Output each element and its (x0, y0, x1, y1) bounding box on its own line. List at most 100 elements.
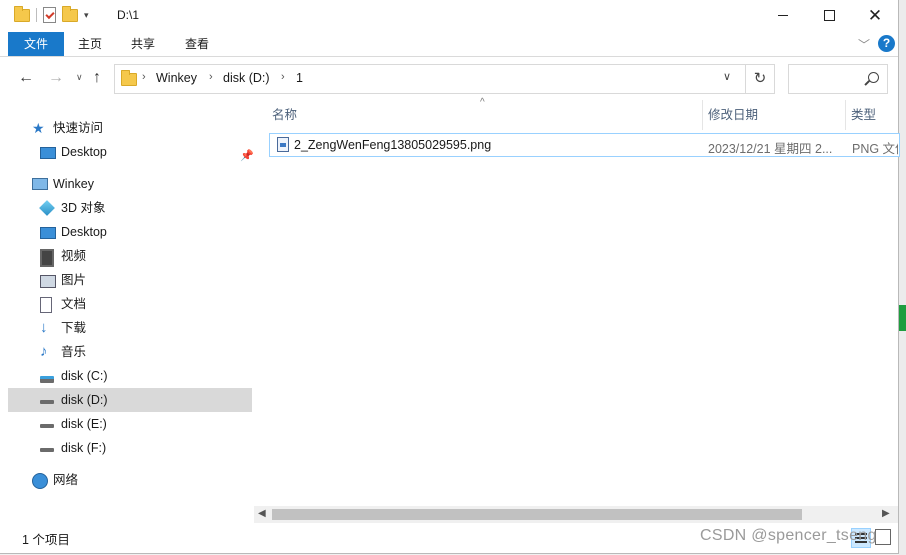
sidebar-item-this-pc[interactable]: Winkey (8, 172, 252, 196)
breadcrumb-disk-d[interactable]: disk (D:) (223, 71, 270, 85)
sort-ascending-icon: ^ (480, 97, 485, 108)
sidebar-item-pictures[interactable]: 图片 (8, 268, 252, 292)
column-header-date[interactable]: 修改日期 (708, 100, 758, 130)
tab-share[interactable]: 共享 (122, 32, 164, 56)
sidebar-item-label: Winkey (53, 177, 94, 191)
sidebar-item-label: 快速访问 (53, 121, 104, 135)
download-icon: ↓ (40, 319, 48, 336)
folder-icon (121, 70, 137, 86)
maximize-button[interactable] (806, 0, 852, 30)
music-icon: ♪ (40, 343, 48, 360)
sidebar-item-disk-c[interactable]: disk (C:) (8, 364, 252, 388)
sidebar-item-label: 音乐 (61, 345, 87, 359)
drive-icon (40, 400, 54, 404)
folder-icon (14, 5, 30, 22)
maximize-icon (823, 9, 835, 21)
help-icon[interactable]: ? (878, 35, 895, 52)
sidebar-item-label: 视频 (61, 249, 87, 263)
sidebar-item-disk-e[interactable]: disk (E:) (8, 412, 252, 436)
file-type: PNG 文件 (852, 142, 898, 156)
file-row[interactable]: 2_ZengWenFeng13805029595.png 2023/12/21 … (269, 133, 900, 157)
sidebar-item-desktop-pinned[interactable]: Desktop 📌 (8, 140, 254, 164)
tab-home[interactable]: 主页 (70, 32, 110, 56)
search-icon (868, 72, 879, 83)
file-list-pane: ^ 名称 修改日期 类型 2_ZengWenFeng13805029595.pn… (254, 97, 900, 506)
drive-icon (40, 448, 54, 452)
breadcrumb-winkey[interactable]: Winkey (156, 71, 197, 85)
up-arrow-icon[interactable]: ↑ (93, 69, 101, 87)
scroll-right-icon[interactable]: ▶ (882, 508, 890, 519)
sidebar-item-label: 网络 (53, 473, 79, 487)
sidebar-item-downloads[interactable]: ↓ 下载 (8, 316, 252, 340)
column-divider[interactable] (845, 100, 846, 130)
ribbon-tabs: 文件 主页 共享 查看 ﹀ ? (0, 32, 898, 57)
sidebar-item-3d-objects[interactable]: 3D 对象 (8, 196, 252, 220)
sidebar-item-music[interactable]: ♪ 音乐 (8, 340, 252, 364)
refresh-button[interactable]: ↻ (746, 64, 775, 94)
back-arrow-icon[interactable]: ← (18, 69, 34, 87)
expand-ribbon-icon[interactable]: ﹀ (858, 36, 870, 53)
quick-access-toolbar: ▾ (14, 5, 89, 23)
sidebar-item-label: disk (D:) (61, 393, 108, 407)
tab-view[interactable]: 查看 (176, 32, 218, 56)
chevron-right-icon[interactable]: › (142, 71, 146, 83)
navigation-bar: ← → ∨ ↑ › Winkey › disk (D:) › 1 ∨ ↻ (0, 57, 898, 99)
column-divider[interactable] (702, 100, 703, 130)
address-bar[interactable]: › Winkey › disk (D:) › 1 ∨ (114, 64, 746, 94)
network-icon (32, 473, 48, 489)
sidebar-item-label: 3D 对象 (61, 201, 106, 215)
sidebar-item-desktop[interactable]: Desktop (8, 220, 252, 244)
navigation-pane: ★ 快速访问 Desktop 📌 Winkey 3D 对象 Desktop 视频… (0, 100, 254, 522)
file-explorer-window: ▾ D:\1 ✕ 文件 主页 共享 查看 ﹀ ? ← → ∨ ↑ › Winke… (0, 0, 900, 554)
sidebar-item-label: 文档 (61, 297, 87, 311)
file-date: 2023/12/21 星期四 2... (708, 142, 833, 156)
column-header-type[interactable]: 类型 (851, 100, 876, 130)
sidebar-item-quick-access[interactable]: ★ 快速访问 (8, 116, 252, 140)
sidebar-item-disk-d[interactable]: disk (D:) (8, 388, 252, 412)
sidebar-item-documents[interactable]: 文档 (8, 292, 252, 316)
refresh-icon: ↻ (753, 70, 767, 87)
scrollbar-thumb[interactable] (272, 509, 802, 520)
sidebar-item-label: Desktop (61, 225, 107, 239)
close-button[interactable]: ✕ (852, 0, 898, 30)
drive-icon (40, 424, 54, 428)
png-file-icon (277, 137, 289, 152)
breadcrumb-folder-1[interactable]: 1 (296, 71, 303, 85)
background-window-accent (899, 305, 906, 331)
scroll-left-icon[interactable]: ◀ (258, 508, 266, 519)
toolbar-divider (36, 8, 37, 22)
horizontal-scrollbar[interactable]: ◀ ▶ (254, 506, 898, 523)
tab-file[interactable]: 文件 (8, 32, 64, 56)
3d-objects-icon (39, 200, 55, 216)
large-icons-view-icon[interactable] (875, 529, 891, 545)
new-folder-icon[interactable] (62, 5, 78, 22)
properties-icon[interactable] (43, 7, 56, 23)
sidebar-item-disk-f[interactable]: disk (F:) (8, 436, 252, 460)
file-name: 2_ZengWenFeng13805029595.png (294, 138, 492, 152)
chevron-right-icon[interactable]: › (281, 71, 285, 83)
watermark: CSDN @spencer_tseng (700, 527, 877, 544)
minimize-button[interactable] (760, 0, 806, 30)
close-icon: ✕ (867, 5, 883, 25)
star-icon: ★ (32, 120, 45, 136)
column-header-name[interactable]: 名称 (272, 100, 297, 130)
search-input[interactable] (788, 64, 888, 94)
sidebar-item-label: disk (C:) (61, 369, 108, 383)
sidebar-item-label: Desktop (61, 145, 107, 159)
item-count: 1 个项目 (22, 533, 70, 547)
sidebar-item-label: disk (E:) (61, 417, 107, 431)
desktop-icon (40, 147, 56, 159)
title-bar: ▾ D:\1 ✕ (0, 0, 898, 32)
address-history-dropdown-icon[interactable]: ∨ (723, 70, 731, 83)
recent-locations-icon[interactable]: ∨ (76, 72, 83, 83)
sidebar-item-network[interactable]: 网络 (8, 468, 252, 492)
system-drive-icon (40, 376, 54, 383)
pin-icon[interactable]: 📌 (240, 144, 254, 168)
chevron-right-icon[interactable]: › (209, 71, 213, 83)
sidebar-item-label: disk (F:) (61, 441, 107, 455)
forward-arrow-icon[interactable]: → (48, 69, 64, 87)
sidebar-item-label: 下载 (61, 321, 87, 335)
computer-icon (32, 178, 48, 190)
sidebar-item-videos[interactable]: 视频 (8, 244, 252, 268)
customize-toolbar-icon[interactable]: ▾ (84, 10, 89, 21)
